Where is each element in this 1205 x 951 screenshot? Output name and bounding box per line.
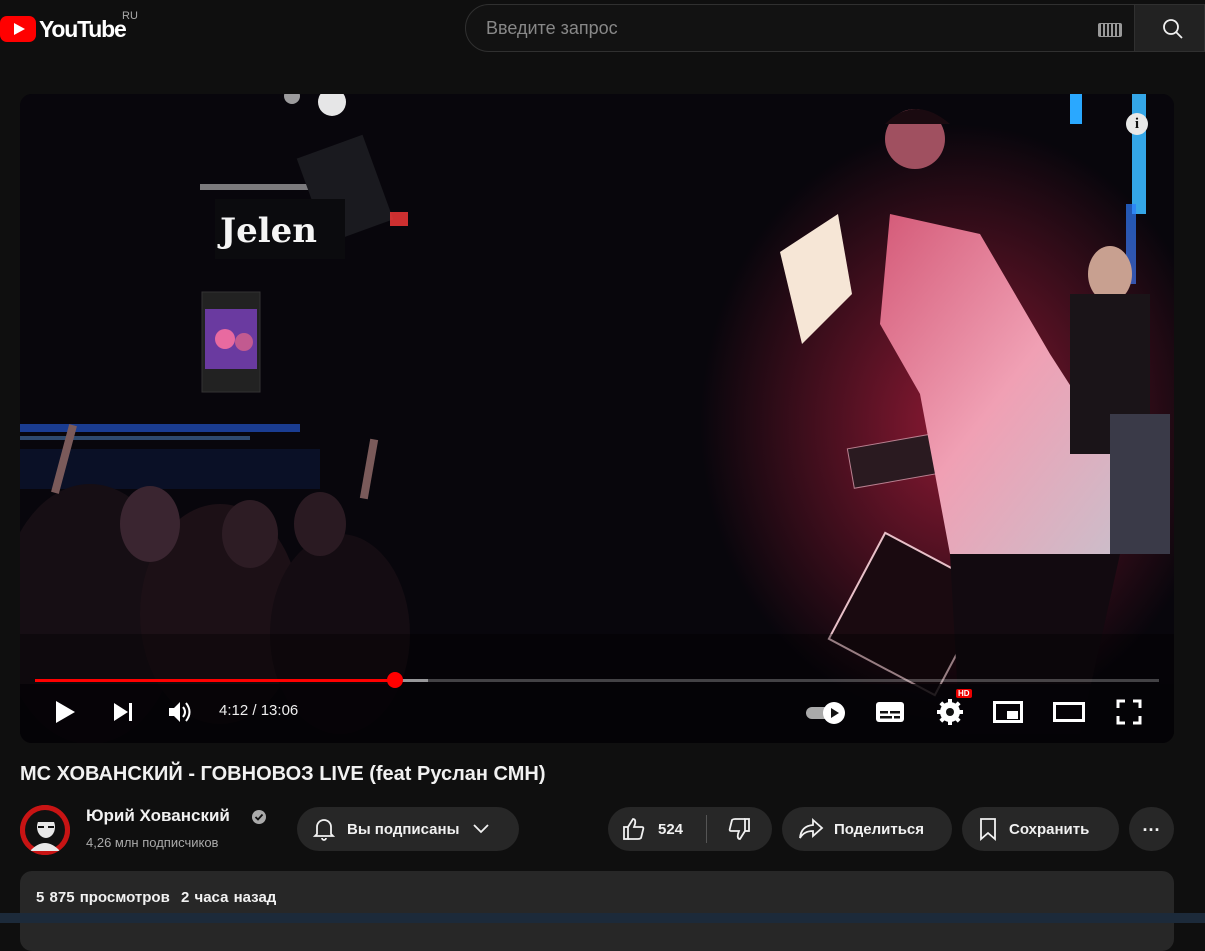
search-icon <box>1163 19 1183 39</box>
time-separator: / <box>248 702 261 719</box>
description-box[interactable]: 5 875 просмотров 2 часа назад <box>20 871 1174 951</box>
search-box[interactable]: Введите запрос <box>465 4 1135 52</box>
theater-mode-button[interactable] <box>1052 692 1086 732</box>
more-icon: ... <box>1142 814 1161 835</box>
more-actions-button[interactable]: ... <box>1129 807 1174 851</box>
subscriber-count: 4,26 млн подписчиков <box>86 835 219 850</box>
channel-name[interactable]: Юрий Хованский <box>86 806 230 826</box>
like-dislike-group: 524 <box>608 807 772 851</box>
upload-date: 2 часа назад <box>181 889 277 906</box>
search-input[interactable]: Введите запрос <box>486 18 618 39</box>
description-stats: 5 875 просмотров 2 часа назад <box>36 889 276 906</box>
subscribed-label: Вы подписаны <box>347 820 460 838</box>
share-label: Поделиться <box>834 820 925 838</box>
theater-mode-icon <box>1053 702 1085 722</box>
thumbs-down-icon <box>728 818 750 840</box>
share-icon <box>799 818 824 839</box>
volume-icon <box>169 702 191 722</box>
like-button[interactable]: 524 <box>608 807 706 851</box>
progress-bar[interactable] <box>35 672 1159 688</box>
video-title: MC ХОВАНСКИЙ - ГОВНОВОЗ LIVE (feat Русла… <box>20 763 546 785</box>
volume-button[interactable] <box>166 692 196 732</box>
miniplayer-button[interactable] <box>992 692 1024 732</box>
fullscreen-icon <box>1116 699 1142 725</box>
fullscreen-button[interactable] <box>1114 692 1144 732</box>
player-controls: 4:12 / 13:06 HD <box>20 689 1174 732</box>
play-icon <box>56 701 75 723</box>
subscribed-button[interactable]: Вы подписаны <box>297 807 519 851</box>
save-button[interactable]: Сохранить <box>962 807 1119 851</box>
channel-avatar[interactable] <box>20 805 70 855</box>
subtitles-button[interactable] <box>874 692 906 732</box>
bookmark-icon <box>980 818 996 841</box>
settings-icon <box>937 699 963 725</box>
save-label: Сохранить <box>1009 820 1090 838</box>
autoplay-toggle-icon <box>806 702 845 724</box>
os-taskbar <box>0 913 1205 923</box>
avatar-image <box>20 805 70 855</box>
video-player[interactable]: Jelen i 4:12 / 13:06 HD <box>20 94 1174 743</box>
youtube-logo[interactable]: YouTube <box>0 14 127 44</box>
next-icon <box>114 703 132 721</box>
info-icon[interactable]: i <box>1126 113 1148 135</box>
miniplayer-icon <box>993 701 1023 723</box>
chevron-down-icon <box>473 824 490 834</box>
like-count: 524 <box>658 820 684 838</box>
autoplay-toggle[interactable] <box>804 692 848 732</box>
progress-scrubber[interactable] <box>386 672 403 688</box>
time-display: 4:12 / 13:06 <box>219 702 298 719</box>
search-button[interactable] <box>1134 4 1205 52</box>
play-button[interactable] <box>50 692 80 732</box>
next-button[interactable] <box>108 692 138 732</box>
venue-sign: Jelen <box>217 211 317 251</box>
masthead: YouTube RU Введите запрос <box>0 0 1205 56</box>
share-button[interactable]: Поделиться <box>782 807 952 851</box>
country-code: RU <box>122 10 138 22</box>
youtube-logo-icon <box>0 16 36 42</box>
verified-badge-icon <box>252 810 266 824</box>
dislike-button[interactable] <box>707 807 771 851</box>
bell-icon <box>313 819 335 841</box>
logo-text: YouTube <box>39 15 127 42</box>
view-count: 5 875 просмотров <box>36 889 170 906</box>
keyboard-icon[interactable] <box>1098 23 1122 37</box>
subtitles-icon <box>876 702 904 722</box>
time-total: 13:06 <box>260 702 299 719</box>
video-frame: Jelen <box>20 94 1174 743</box>
progress-played <box>35 679 395 682</box>
hd-badge: HD <box>956 689 972 698</box>
thumbs-up-icon <box>623 818 645 840</box>
time-current: 4:12 <box>219 702 249 719</box>
settings-button[interactable]: HD <box>934 689 972 732</box>
